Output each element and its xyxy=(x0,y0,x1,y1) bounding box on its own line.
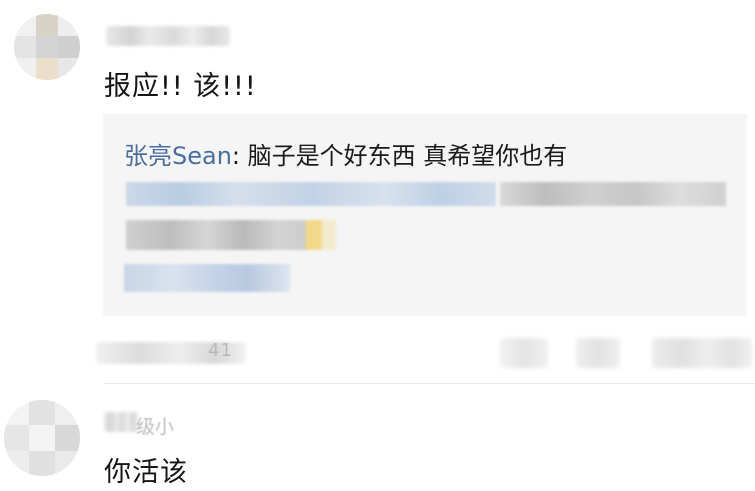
username-partial[interactable]: 级小 xyxy=(136,412,174,439)
comment-text: 报应!! 该!!! xyxy=(104,71,257,102)
avatar[interactable] xyxy=(4,400,80,476)
quote-line: 张亮Sean: 脑子是个好东西 真希望你也有 xyxy=(124,136,567,171)
comment-meta-row: 41 xyxy=(96,336,755,370)
meta-count: 41 xyxy=(208,340,233,361)
divider xyxy=(104,383,755,384)
username[interactable] xyxy=(106,26,230,46)
quote-blurred-line xyxy=(124,264,290,292)
avatar[interactable] xyxy=(14,14,80,80)
quote-blurred-line xyxy=(126,182,726,206)
username[interactable] xyxy=(104,412,138,432)
share-button[interactable] xyxy=(576,338,620,368)
quote-separator: : xyxy=(231,142,248,170)
comment-text: 你活该 xyxy=(104,457,188,488)
reply-button[interactable] xyxy=(500,338,548,368)
quote-author[interactable]: 张亮Sean xyxy=(124,142,232,170)
quote-blurred-line xyxy=(126,220,336,250)
like-button[interactable] xyxy=(652,338,752,368)
quote-text: 脑子是个好东西 真希望你也有 xyxy=(247,142,568,170)
